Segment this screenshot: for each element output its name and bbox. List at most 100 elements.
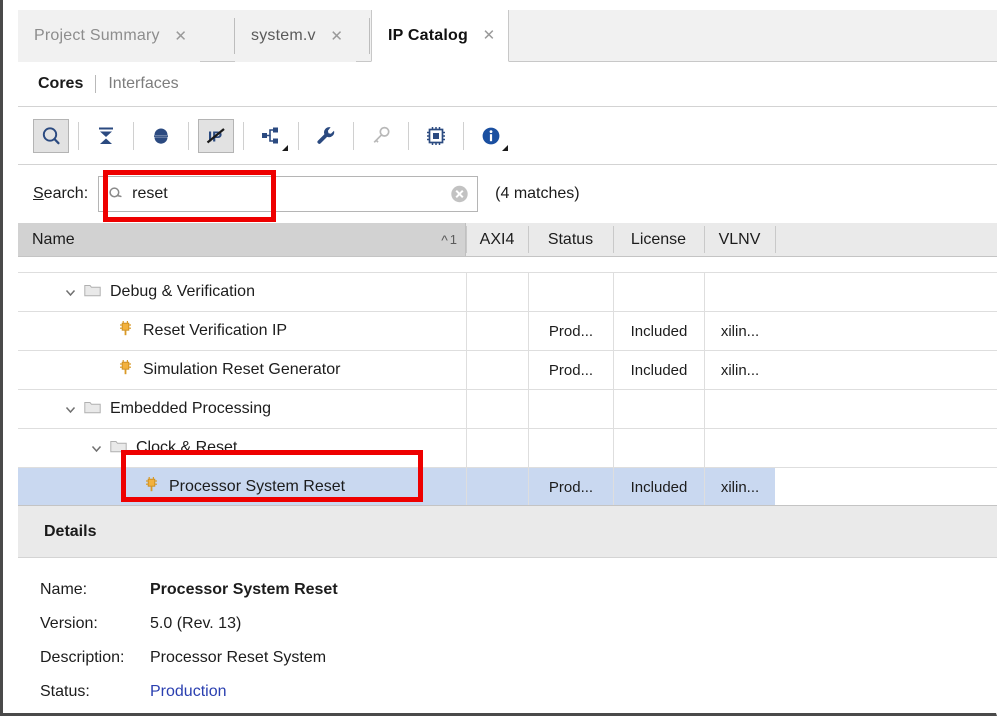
cell-vlnv: xilin...: [704, 312, 775, 350]
toolbar-divider: [463, 121, 464, 150]
details-field-value: Processor System Reset: [150, 581, 338, 598]
tab-label: IP Catalog: [388, 26, 468, 44]
details-field-key: Name:: [40, 581, 88, 598]
table-row[interactable]: Reset Verification IP Prod... Included x…: [18, 312, 997, 351]
row-label: Embedded Processing: [110, 400, 271, 417]
cell-axi4: [466, 429, 528, 467]
catalog-subtab-bar: Cores Interfaces: [18, 62, 997, 107]
details-field-value[interactable]: Production: [150, 683, 227, 701]
tab-project-summary[interactable]: Project Summary ✕: [18, 10, 200, 62]
magnifier-icon: [109, 187, 122, 198]
search-input[interactable]: reset: [98, 176, 479, 212]
tab-ip-catalog[interactable]: IP Catalog ✕: [371, 10, 509, 62]
cell-vlnv: xilin...: [704, 351, 775, 389]
information-button[interactable]: [473, 119, 509, 153]
device-chip-icon: [427, 126, 445, 145]
cell-name: Processor System Reset: [18, 468, 466, 505]
details-field-version: Version: 5.0 (Rev. 13): [40, 615, 997, 649]
search-label: Search:: [33, 185, 88, 203]
license-key-button[interactable]: [363, 119, 399, 153]
column-header-label: Status: [547, 230, 594, 248]
toolbar-divider: [243, 121, 244, 150]
cell-license: Included: [613, 468, 704, 505]
catalog-toolbar: IP: [18, 107, 997, 165]
cell-status: Prod...: [528, 468, 613, 505]
sort-indicator[interactable]: ^ 1: [441, 232, 457, 248]
row-label: Debug & Verification: [110, 283, 255, 300]
sort-order-number: 1: [449, 232, 457, 247]
chevron-down-icon[interactable]: [90, 442, 103, 455]
expand-all-button[interactable]: [143, 119, 179, 153]
tab-system-v[interactable]: system.v ✕: [235, 10, 356, 62]
column-header-label: AXI4: [479, 230, 515, 248]
search-label-rest: earch:: [43, 185, 89, 202]
details-field-value: 5.0 (Rev. 13): [150, 615, 242, 632]
dropdown-caret-icon[interactable]: [502, 144, 508, 151]
table-body: Debug & Verification Reset Verification …: [18, 257, 997, 505]
cell-status: [528, 390, 613, 428]
table-row-selected[interactable]: Processor System Reset Prod... Included …: [18, 468, 997, 505]
ip-catalog-window: Project Summary ✕ system.v ✕ IP Catalog …: [0, 0, 997, 716]
details-field-description: Description: Processor Reset System: [40, 649, 997, 683]
cell-axi4: [466, 312, 528, 350]
cell-name: Embedded Processing: [18, 390, 466, 428]
search-toggle-icon: [42, 126, 60, 144]
hide-obsolete-button[interactable]: IP: [198, 118, 234, 153]
column-header-license[interactable]: License: [613, 223, 704, 256]
toolbar-divider: [353, 121, 354, 150]
close-icon[interactable]: ✕: [174, 29, 188, 44]
cell-status: Prod...: [528, 351, 613, 389]
row-label: Simulation Reset Generator: [143, 361, 341, 378]
collapse-all-button[interactable]: [88, 119, 124, 153]
subtab-cores[interactable]: Cores: [38, 75, 83, 93]
ip-hierarchy-button[interactable]: [253, 119, 289, 153]
details-field-value: Processor Reset System: [150, 649, 327, 666]
column-header-axi4[interactable]: AXI4: [466, 223, 528, 256]
device-chip-button[interactable]: [418, 119, 454, 153]
details-field-key: Description:: [40, 649, 125, 666]
cell-axi4: [466, 273, 528, 311]
details-panel: Details Name: Processor System Reset Ver…: [18, 505, 997, 710]
row-label: Reset Verification IP: [143, 322, 288, 339]
ip-catalog-table: Name ^ 1 AXI4 Status License VLNV Debug …: [18, 223, 997, 505]
table-row[interactable]: Clock & Reset: [18, 429, 997, 468]
cell-vlnv: [704, 390, 775, 428]
editor-tab-bar: Project Summary ✕ system.v ✕ IP Catalog …: [18, 10, 997, 62]
column-header-status[interactable]: Status: [528, 223, 613, 256]
cell-axi4: [466, 468, 528, 505]
chevron-down-icon[interactable]: [64, 286, 77, 299]
table-row[interactable]: Embedded Processing: [18, 390, 997, 429]
dropdown-caret-icon[interactable]: [282, 144, 288, 151]
cell-license: [613, 429, 704, 467]
column-divider[interactable]: [775, 226, 776, 253]
settings-wrench-icon: [317, 126, 335, 144]
collapse-all-icon: [99, 127, 113, 144]
clear-circle-icon[interactable]: [450, 185, 469, 204]
cell-license: [613, 273, 704, 311]
details-title: Details: [44, 522, 97, 540]
table-row[interactable]: Debug & Verification: [18, 273, 997, 312]
subtab-interfaces[interactable]: Interfaces: [108, 75, 178, 93]
cell-license: Included: [613, 312, 704, 350]
chevron-down-icon[interactable]: [64, 403, 77, 416]
folder-icon: [84, 400, 101, 419]
cell-vlnv: [704, 273, 775, 311]
column-header-name[interactable]: Name ^ 1: [18, 223, 466, 256]
search-toggle-button[interactable]: [33, 118, 69, 153]
column-header-vlnv[interactable]: VLNV: [704, 223, 775, 256]
close-icon[interactable]: ✕: [482, 28, 496, 43]
expand-all-icon: [154, 128, 168, 144]
settings-wrench-button[interactable]: [308, 119, 344, 153]
cell-license: Included: [613, 351, 704, 389]
close-icon[interactable]: ✕: [330, 29, 344, 44]
column-header-label: Name: [32, 230, 75, 248]
folder-icon: [84, 283, 101, 302]
details-field-key: Status:: [40, 683, 90, 700]
toolbar-divider: [133, 121, 134, 150]
table-row[interactable]: [18, 257, 997, 273]
cell-name: Debug & Verification: [18, 273, 466, 311]
details-body: Name: Processor System Reset Version: 5.…: [18, 559, 997, 711]
cell-name: [18, 257, 466, 272]
tab-divider: [369, 18, 370, 54]
table-row[interactable]: Simulation Reset Generator Prod... Inclu…: [18, 351, 997, 390]
